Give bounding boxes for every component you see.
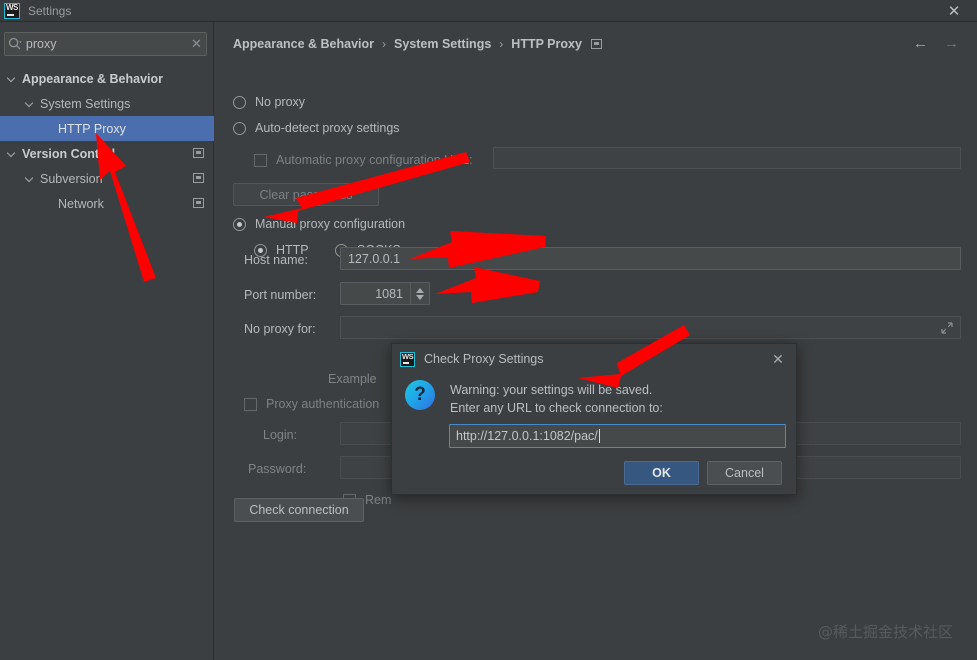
dialog-message-line-1: Warning: your settings will be saved. bbox=[450, 383, 653, 397]
no-proxy-for-label: No proxy for: bbox=[244, 322, 316, 336]
radio-indicator bbox=[233, 121, 246, 135]
checkbox-indicator bbox=[244, 397, 257, 411]
config-badge-icon bbox=[193, 173, 204, 183]
radio-no-proxy-label: No proxy bbox=[255, 95, 306, 109]
sidebar-item-subversion[interactable]: Subversion bbox=[0, 166, 214, 191]
sidebar-item-label: HTTP Proxy bbox=[58, 121, 126, 136]
chevron-down-icon[interactable] bbox=[8, 149, 17, 158]
expand-icon[interactable] bbox=[941, 321, 953, 334]
sidebar-item-label: Network bbox=[58, 196, 104, 211]
sidebar-item-label: Version Control bbox=[22, 146, 116, 161]
breadcrumb-separator: › bbox=[382, 37, 387, 51]
radio-manual-proxy-label: Manual proxy configuration bbox=[255, 217, 406, 231]
radio-manual-proxy[interactable]: Manual proxy configuration bbox=[233, 217, 405, 231]
radio-indicator bbox=[233, 217, 246, 231]
search-icon[interactable] bbox=[5, 37, 26, 51]
stepper-up-icon[interactable] bbox=[416, 287, 424, 293]
check-connection-button[interactable]: Check connection bbox=[234, 498, 364, 522]
clear-passwords-label: Clear passwords bbox=[259, 187, 353, 202]
chevron-down-icon[interactable] bbox=[8, 74, 17, 83]
config-badge-icon bbox=[590, 39, 602, 49]
text-caret bbox=[598, 429, 600, 443]
sidebar-item-http-proxy[interactable]: HTTP Proxy bbox=[0, 116, 214, 141]
checkbox-indicator bbox=[254, 153, 267, 167]
sidebar-item-system-settings[interactable]: System Settings bbox=[0, 91, 214, 116]
dialog-url-value: http://127.0.0.1:1082/pac/ bbox=[456, 429, 598, 443]
check-connection-label: Check connection bbox=[249, 503, 349, 517]
stepper-down-icon[interactable] bbox=[416, 294, 424, 300]
radio-indicator bbox=[233, 95, 246, 109]
breadcrumb-item-0[interactable]: Appearance & Behavior bbox=[233, 37, 374, 51]
login-label: Login: bbox=[263, 428, 298, 442]
port-number-stepper[interactable] bbox=[410, 283, 429, 304]
host-name-label: Host name: bbox=[244, 253, 308, 267]
dialog-close-icon[interactable]: ✕ bbox=[768, 349, 788, 369]
port-number-input[interactable]: 1081 bbox=[340, 282, 430, 305]
sidebar-item-network[interactable]: Network bbox=[0, 191, 214, 216]
dialog-titlebar: Check Proxy Settings ✕ bbox=[392, 344, 796, 374]
window-titlebar: Settings ✕ bbox=[0, 0, 977, 22]
sidebar-item-appearance-behavior[interactable]: Appearance & Behavior bbox=[0, 66, 214, 91]
password-label: Password: bbox=[248, 462, 307, 476]
radio-auto-detect[interactable]: Auto-detect proxy settings bbox=[233, 121, 400, 135]
cancel-button[interactable]: Cancel bbox=[707, 461, 782, 485]
sidebar-item-label: Appearance & Behavior bbox=[22, 71, 164, 86]
watermark: @稀土掘金技术社区 bbox=[817, 623, 953, 641]
main-panel: Appearance & Behavior › System Settings … bbox=[215, 22, 977, 660]
no-proxy-for-input[interactable] bbox=[340, 316, 961, 339]
settings-window: Settings ✕ ✕ Appearance & Behavior System… bbox=[0, 0, 977, 660]
ok-button[interactable]: OK bbox=[624, 461, 699, 485]
example-label: Example bbox=[328, 372, 377, 386]
forward-icon[interactable]: → bbox=[944, 36, 959, 52]
sidebar-item-label: Subversion bbox=[40, 171, 103, 186]
navigation-arrows: ← → bbox=[913, 36, 959, 52]
auto-config-url-label: Automatic proxy configuration URL: bbox=[276, 153, 473, 167]
config-badge-icon bbox=[193, 198, 204, 208]
settings-tree: Appearance & Behavior System Settings HTTP… bbox=[0, 66, 214, 216]
chevron-down-icon[interactable] bbox=[26, 99, 35, 108]
host-name-value: 127.0.0.1 bbox=[348, 251, 401, 266]
checkbox-proxy-authentication[interactable]: Proxy authentication bbox=[244, 397, 379, 411]
sidebar-item-version-control[interactable]: Version Control bbox=[0, 141, 214, 166]
search-input[interactable] bbox=[25, 37, 187, 51]
window-title: Settings bbox=[28, 3, 72, 18]
checkbox-auto-config-url[interactable]: Automatic proxy configuration URL: bbox=[254, 153, 473, 167]
search-clear-icon[interactable]: ✕ bbox=[187, 33, 206, 55]
search-box[interactable]: ✕ bbox=[4, 32, 207, 56]
dialog-url-input[interactable]: http://127.0.0.1:1082/pac/ bbox=[449, 424, 786, 448]
question-mark-icon: ? bbox=[405, 380, 435, 410]
sidebar-item-label: System Settings bbox=[40, 96, 131, 111]
breadcrumb-item-2[interactable]: HTTP Proxy bbox=[511, 37, 582, 51]
ok-label: OK bbox=[652, 466, 671, 480]
port-number-label: Port number: bbox=[244, 288, 317, 302]
port-number-value: 1081 bbox=[375, 286, 403, 301]
back-icon[interactable]: ← bbox=[913, 36, 928, 52]
cancel-label: Cancel bbox=[725, 466, 764, 480]
close-icon[interactable]: ✕ bbox=[931, 0, 977, 22]
config-badge-icon bbox=[193, 148, 204, 158]
webstorm-logo-icon bbox=[4, 2, 20, 19]
webstorm-logo-icon bbox=[400, 351, 415, 367]
dialog-message-line-2: Enter any URL to check connection to: bbox=[450, 401, 663, 415]
breadcrumb-item-1[interactable]: System Settings bbox=[394, 37, 491, 51]
dialog-message: Warning: your settings will be saved. En… bbox=[450, 381, 785, 417]
breadcrumb-separator: › bbox=[499, 37, 504, 51]
radio-no-proxy[interactable]: No proxy bbox=[233, 95, 305, 109]
host-name-input[interactable]: 127.0.0.1 bbox=[340, 247, 961, 270]
auto-config-url-input[interactable] bbox=[493, 147, 961, 169]
chevron-down-icon[interactable] bbox=[26, 174, 35, 183]
sidebar: ✕ Appearance & Behavior System Settings HT… bbox=[0, 22, 214, 660]
proxy-authentication-label: Proxy authentication bbox=[266, 397, 380, 411]
check-proxy-settings-dialog: Check Proxy Settings ✕ ? Warning: your s… bbox=[391, 343, 797, 495]
clear-passwords-button[interactable]: Clear passwords bbox=[233, 183, 379, 206]
dialog-title: Check Proxy Settings bbox=[424, 352, 544, 366]
remember-password-label: Rem bbox=[365, 493, 392, 507]
breadcrumb: Appearance & Behavior › System Settings … bbox=[233, 37, 602, 51]
radio-auto-detect-label: Auto-detect proxy settings bbox=[255, 121, 400, 135]
